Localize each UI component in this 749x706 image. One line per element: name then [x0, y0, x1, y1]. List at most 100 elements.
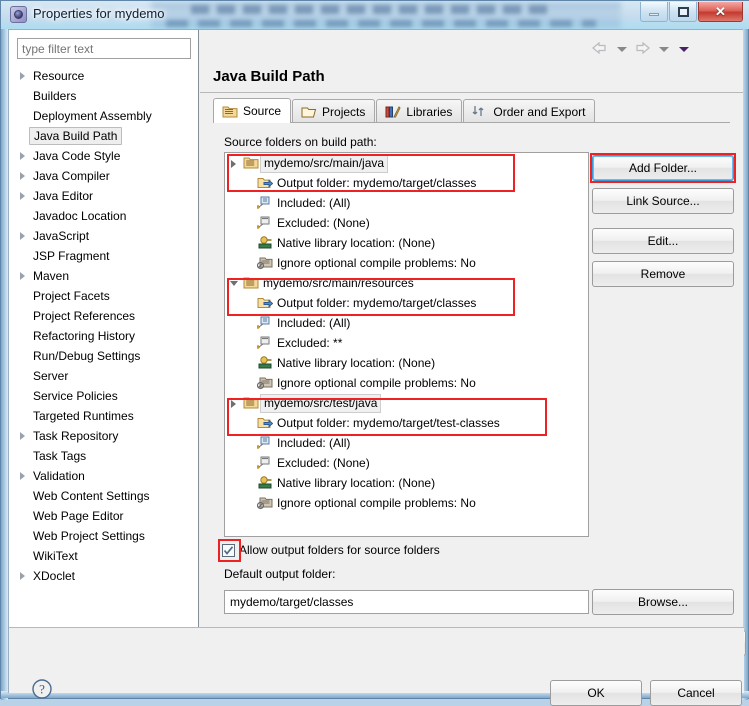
source-folder-detail-row[interactable]: Output folder: mydemo/target/test-classe… [225, 413, 588, 433]
source-folder-detail-row[interactable]: Excluded: (None) [225, 213, 588, 233]
chevron-right-icon[interactable] [20, 232, 25, 240]
chevron-right-icon[interactable] [20, 172, 25, 180]
sidebar-item-targeted-runtimes[interactable]: Targeted Runtimes [9, 406, 198, 426]
ok-button[interactable]: OK [550, 680, 642, 706]
sidebar-item-javadoc-location[interactable]: Javadoc Location [9, 206, 198, 226]
source-folder-detail-row[interactable]: Included: (All) [225, 433, 588, 453]
sidebar-item-jsp-fragment[interactable]: JSP Fragment [9, 246, 198, 266]
source-folders-tree[interactable]: mydemo/src/main/java Output folder: mydem… [224, 152, 589, 537]
sidebar-item-wikitext[interactable]: WikiText [9, 546, 198, 566]
sidebar-item-server[interactable]: Server [9, 366, 198, 386]
source-folder-detail-row[interactable]: Ignore optional compile problems: No [225, 253, 588, 273]
back-history-caret-icon[interactable] [617, 46, 627, 52]
checkmark-icon [223, 545, 234, 555]
help-icon[interactable]: ? [31, 678, 53, 703]
add-folder-button[interactable]: Add Folder... [592, 155, 734, 181]
detail-icon-wrap [257, 235, 273, 250]
filter-input[interactable] [17, 38, 191, 59]
source-folder-detail-label: Output folder: mydemo/target/classes [277, 176, 477, 190]
title-bar[interactable]: Properties for mydemo ✕ [1, 1, 749, 29]
sidebar-item-web-page-editor[interactable]: Web Page Editor [9, 506, 198, 526]
forward-history-caret-icon[interactable] [659, 46, 669, 52]
sidebar-item-refactoring-history[interactable]: Refactoring History [9, 326, 198, 346]
sidebar-item-java-build-path[interactable]: Java Build Path [9, 126, 198, 146]
sidebar-item-resource[interactable]: Resource [9, 66, 198, 86]
source-folder-row[interactable]: mydemo/src/test/java [225, 393, 588, 413]
source-folder-detail-row[interactable]: Excluded: ** [225, 333, 588, 353]
sidebar-item-java-compiler[interactable]: Java Compiler [9, 166, 198, 186]
source-folder-icon-wrap [243, 275, 259, 290]
sidebar-item-builders[interactable]: Builders [9, 86, 198, 106]
sidebar-item-task-repository[interactable]: Task Repository [9, 426, 198, 446]
minimize-button[interactable] [640, 2, 668, 22]
sidebar-item-deployment-assembly[interactable]: Deployment Assembly [9, 106, 198, 126]
tab-source[interactable]: Source [213, 98, 292, 123]
source-folder-row[interactable]: mydemo/src/main/java [225, 153, 588, 173]
included-icon [257, 436, 270, 449]
sidebar-item-maven[interactable]: Maven [9, 266, 198, 286]
default-output-folder-input[interactable] [224, 590, 589, 614]
close-button[interactable]: ✕ [698, 2, 743, 22]
source-folder-detail-row[interactable]: Native library location: (None) [225, 473, 588, 493]
detail-icon-wrap [257, 175, 273, 190]
remove-button[interactable]: Remove [592, 261, 734, 287]
sidebar-item-label: JSP Fragment [33, 249, 110, 263]
sidebar-item-task-tags[interactable]: Task Tags [9, 446, 198, 466]
twisty-expanded-icon[interactable] [230, 281, 238, 290]
link-source-button[interactable]: Link Source... [592, 188, 734, 214]
source-folder-detail-row[interactable]: Excluded: (None) [225, 453, 588, 473]
source-folder-detail-row[interactable]: Included: (All) [225, 193, 588, 213]
sidebar-item-service-policies[interactable]: Service Policies [9, 386, 198, 406]
source-folder-detail-row[interactable]: Ignore optional compile problems: No [225, 373, 588, 393]
sidebar-item-run-debug-settings[interactable]: Run/Debug Settings [9, 346, 198, 366]
maximize-button[interactable] [669, 2, 697, 22]
allow-output-folders-checkbox[interactable] [222, 543, 235, 557]
source-folders-label: Source folders on build path: [224, 135, 377, 149]
source-folder-detail-row[interactable]: Ignore optional compile problems: No [225, 493, 588, 513]
browse-button[interactable]: Browse... [592, 589, 734, 615]
tab-libraries[interactable]: Libraries [376, 99, 463, 123]
tab-order-and-export[interactable]: Order and Export [463, 99, 596, 123]
detail-icon-wrap [257, 355, 273, 370]
sidebar-item-project-facets[interactable]: Project Facets [9, 286, 198, 306]
sidebar-item-java-editor[interactable]: Java Editor [9, 186, 198, 206]
allow-output-folders-row[interactable]: Allow output folders for source folders [222, 543, 440, 557]
source-folder-row[interactable]: mydemo/src/main/resources [225, 273, 588, 293]
sidebar-item-java-code-style[interactable]: Java Code Style [9, 146, 198, 166]
chevron-right-icon[interactable] [20, 432, 25, 440]
sidebar-item-project-references[interactable]: Project References [9, 306, 198, 326]
cancel-button[interactable]: Cancel [650, 680, 742, 706]
aero-glass-blur-text-1 [191, 5, 551, 14]
navigation-controls [590, 40, 694, 58]
chevron-right-icon[interactable] [20, 272, 25, 280]
sidebar-item-label: Web Content Settings [33, 489, 150, 503]
chevron-right-icon[interactable] [20, 152, 25, 160]
twisty-collapsed-icon[interactable] [231, 160, 236, 168]
source-folder-detail-label: Ignore optional compile problems: No [277, 256, 476, 270]
twisty-collapsed-icon[interactable] [231, 400, 236, 408]
source-folder-detail-row[interactable]: Native library location: (None) [225, 233, 588, 253]
sidebar-item-javascript[interactable]: JavaScript [9, 226, 198, 246]
source-folder-detail-row[interactable]: Included: (All) [225, 313, 588, 333]
sidebar-item-validation[interactable]: Validation [9, 466, 198, 486]
chevron-right-icon[interactable] [20, 192, 25, 200]
source-folder-detail-row[interactable]: Output folder: mydemo/target/classes [225, 293, 588, 313]
dropdown-caret-icon[interactable] [679, 46, 689, 52]
chevron-right-icon[interactable] [20, 72, 25, 80]
source-folder-path: mydemo/src/main/java [260, 154, 389, 173]
title-divider [200, 92, 743, 93]
source-folder-detail-label: Native library location: (None) [277, 236, 436, 250]
sidebar-item-web-project-settings[interactable]: Web Project Settings [9, 526, 198, 546]
sidebar-item-web-content-settings[interactable]: Web Content Settings [9, 486, 198, 506]
edit-button[interactable]: Edit... [592, 228, 734, 254]
tab-projects[interactable]: Projects [292, 99, 376, 123]
sidebar-item-xdoclet[interactable]: XDoclet [9, 566, 198, 586]
source-folder-detail-row[interactable]: Native library location: (None) [225, 353, 588, 373]
source-folder-detail-label: Included: (All) [277, 316, 351, 330]
chevron-right-icon[interactable] [20, 572, 25, 580]
forward-arrow-icon[interactable] [632, 40, 654, 58]
back-arrow-icon[interactable] [590, 40, 612, 58]
chevron-right-icon[interactable] [20, 472, 25, 480]
source-folder-detail-row[interactable]: Output folder: mydemo/target/classes [225, 173, 588, 193]
libraries-icon [385, 106, 401, 118]
